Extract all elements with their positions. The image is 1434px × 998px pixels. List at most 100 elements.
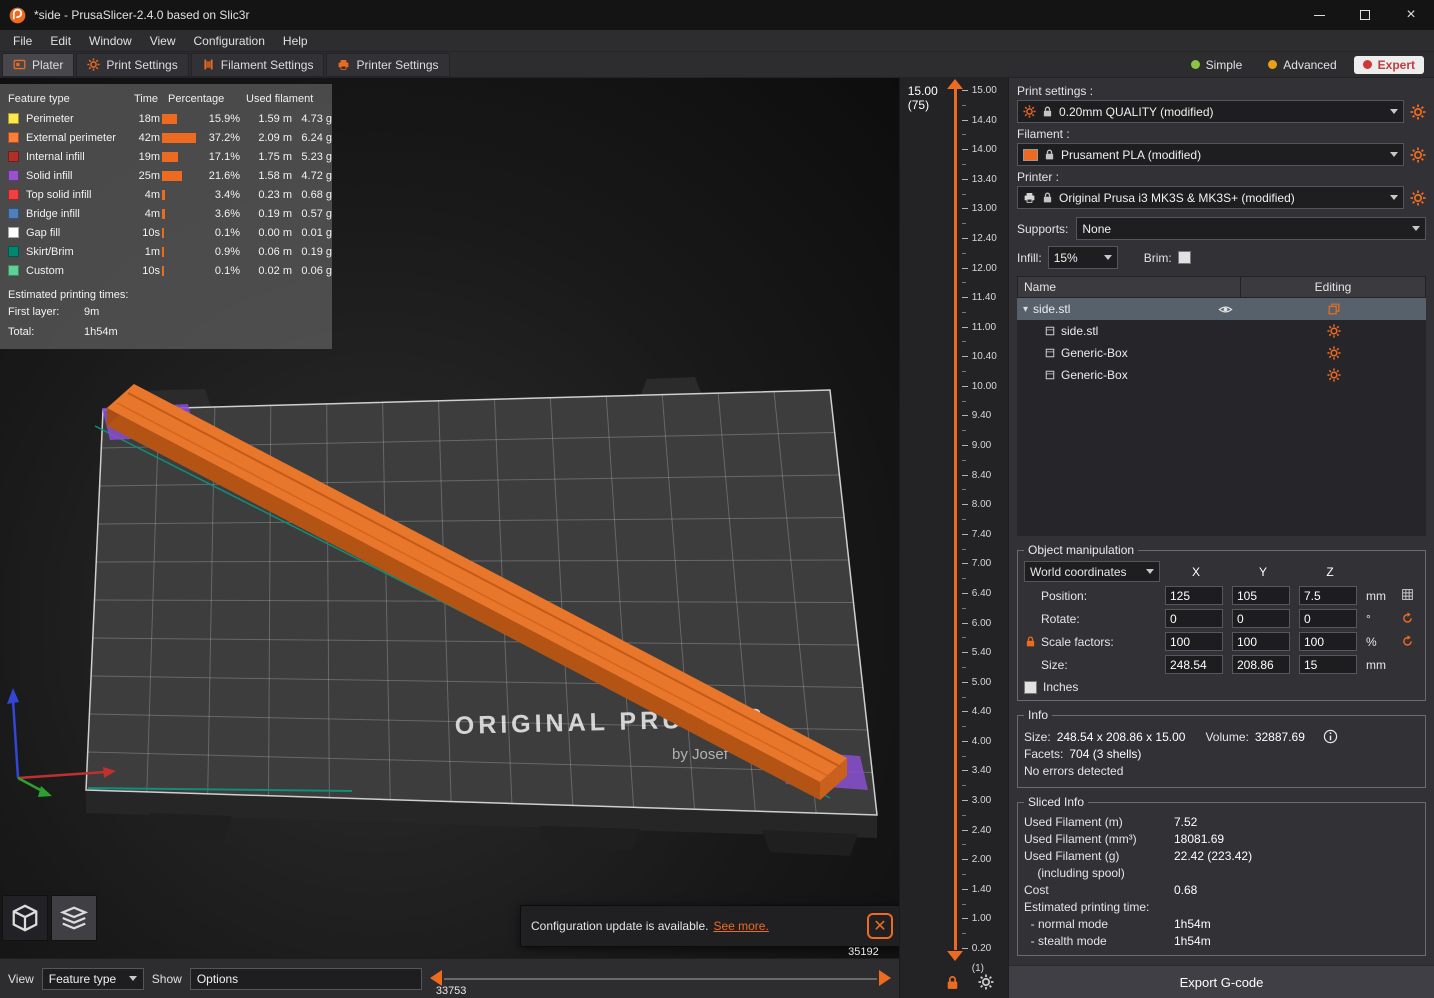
chevron-down-icon — [1390, 195, 1398, 200]
filament-combo[interactable]: Prusament PLA (modified) — [1017, 143, 1404, 166]
infill-dropdown[interactable]: 15% — [1047, 246, 1118, 269]
copy-icon[interactable] — [1327, 302, 1341, 316]
mode-simple[interactable]: Simple — [1182, 56, 1252, 74]
layer-slider-upper-handle[interactable] — [946, 79, 963, 89]
mode-advanced[interactable]: Advanced — [1259, 56, 1345, 74]
lock-icon[interactable] — [944, 974, 961, 991]
view-type-dropdown[interactable]: Feature type — [41, 967, 144, 990]
tab-plater[interactable]: Plater — [2, 52, 75, 77]
ruler-minor-tick — [961, 519, 966, 520]
manip-input-z[interactable] — [1299, 655, 1357, 674]
moves-slider[interactable]: 35192 33753 — [429, 946, 891, 998]
ruler-minor-tick — [961, 223, 966, 225]
slider-settings-gear-icon[interactable] — [978, 974, 994, 990]
moves-slider-min: 33753 — [435, 985, 467, 997]
maximize-button[interactable] — [1342, 0, 1388, 30]
settings-gear-icon[interactable] — [1327, 324, 1341, 338]
ruler-tick — [961, 533, 968, 535]
manip-input-z[interactable] — [1299, 632, 1357, 651]
supports-dropdown[interactable]: None — [1076, 217, 1426, 240]
object-row[interactable]: Generic-Box — [1017, 364, 1426, 386]
3d-viewport[interactable]: ORIGINAL PRUSA i3 by Josef Feature type … — [0, 78, 899, 958]
menu-item-help[interactable]: Help — [274, 32, 317, 50]
printer-combo[interactable]: Original Prusa i3 MK3S & MK3S+ (modified… — [1017, 186, 1404, 209]
layer-slider-track[interactable] — [953, 88, 957, 950]
sliced-value: 1h54m — [1174, 933, 1211, 948]
moves-slider-track[interactable] — [443, 978, 877, 980]
reset-icon[interactable] — [1401, 611, 1414, 624]
3d-editor-view-button[interactable] — [2, 895, 48, 941]
moves-slider-right-handle[interactable] — [878, 970, 891, 986]
collapse-arrow-icon[interactable]: ▾ — [1023, 304, 1028, 315]
mode-expert[interactable]: Expert — [1353, 55, 1424, 74]
tab-print-settings[interactable]: Print Settings — [76, 52, 189, 77]
sidebar: Print settings : 0.20mm QUALITY (modifie… — [1008, 78, 1434, 998]
minimize-button[interactable] — [1296, 0, 1342, 30]
menu-item-configuration[interactable]: Configuration — [185, 32, 274, 50]
info-icon[interactable] — [1323, 729, 1338, 744]
object-row[interactable]: side.stl — [1017, 320, 1426, 342]
total-time-row: Total: 1h54m — [8, 323, 324, 341]
gear-icon — [87, 58, 100, 71]
preview-view-button[interactable] — [51, 895, 97, 941]
manip-input-x[interactable] — [1165, 632, 1223, 651]
print-settings-gear-icon[interactable] — [1410, 104, 1426, 120]
scale-lock-icon[interactable] — [1024, 635, 1037, 648]
ruler-minor-tick — [961, 134, 966, 136]
legend-row: Bridge infill 4m 3.6% 0.19 m 0.57 g — [8, 204, 332, 223]
object-row[interactable]: Generic-Box — [1017, 342, 1426, 364]
print-settings-combo[interactable]: 0.20mm QUALITY (modified) — [1017, 100, 1404, 123]
object-row[interactable]: ▾ side.stl — [1017, 298, 1426, 320]
menu-item-window[interactable]: Window — [80, 32, 141, 50]
close-button[interactable]: × — [1388, 0, 1434, 30]
manip-input-z[interactable] — [1299, 609, 1357, 628]
moves-slider-left-handle[interactable] — [429, 970, 442, 986]
printer-gear-icon[interactable] — [1410, 190, 1426, 206]
filament-gear-icon[interactable] — [1410, 147, 1426, 163]
tab-filament-settings[interactable]: Filament Settings — [190, 52, 325, 77]
feature-time: 19m — [138, 150, 160, 163]
grid-icon[interactable] — [1401, 588, 1414, 601]
see-more-link[interactable]: See more. — [713, 919, 768, 933]
notification-close-button[interactable]: ✕ — [867, 913, 893, 939]
view-mode-buttons — [2, 895, 97, 941]
menu-item-file[interactable]: File — [4, 32, 41, 50]
layer-slider-lower-handle[interactable] — [946, 951, 963, 961]
ruler-minor-tick — [961, 282, 966, 284]
manip-input-y[interactable] — [1232, 586, 1290, 605]
coordinates-dropdown[interactable]: World coordinates — [1024, 561, 1160, 582]
name-column-header[interactable]: Name — [1017, 276, 1241, 298]
lock-icon — [1041, 105, 1054, 118]
ruler-label: 4.40 — [971, 706, 992, 718]
manip-input-y[interactable] — [1232, 655, 1290, 674]
feature-color-swatch — [8, 227, 19, 238]
tab-printer-settings[interactable]: Printer Settings — [326, 52, 450, 77]
inches-checkbox[interactable] — [1024, 680, 1037, 694]
feature-weight: 0.19 g — [301, 245, 332, 258]
feature-time: 42m — [138, 131, 160, 144]
manip-input-x[interactable] — [1165, 655, 1223, 674]
brim-checkbox[interactable] — [1177, 251, 1191, 264]
manip-input-z[interactable] — [1299, 586, 1357, 605]
manip-input-x[interactable] — [1165, 586, 1223, 605]
feature-time: 1m — [144, 245, 160, 258]
chevron-down-icon — [1412, 226, 1420, 231]
legend-row: Internal infill 19m 17.1% 1.75 m 5.23 g — [8, 147, 332, 166]
axis-header-y: Y — [1258, 564, 1267, 579]
feature-name: Perimeter — [26, 112, 74, 125]
settings-gear-icon[interactable] — [1327, 368, 1341, 382]
editing-column-header[interactable]: Editing — [1241, 276, 1426, 298]
menu-item-edit[interactable]: Edit — [41, 32, 80, 50]
manip-input-y[interactable] — [1232, 609, 1290, 628]
show-options-field[interactable]: Options — [189, 967, 422, 990]
reset-icon[interactable] — [1401, 634, 1414, 647]
ruler-minor-tick — [961, 696, 966, 698]
ruler-label: 13.40 — [971, 173, 997, 185]
eye-icon[interactable] — [1218, 302, 1233, 317]
layer-slider-top-index: (75) — [907, 98, 930, 112]
manip-input-x[interactable] — [1165, 609, 1223, 628]
menu-item-view[interactable]: View — [141, 32, 185, 50]
settings-gear-icon[interactable] — [1327, 346, 1341, 360]
export-gcode-button[interactable]: Export G-code — [1009, 965, 1434, 998]
manip-input-y[interactable] — [1232, 632, 1290, 651]
